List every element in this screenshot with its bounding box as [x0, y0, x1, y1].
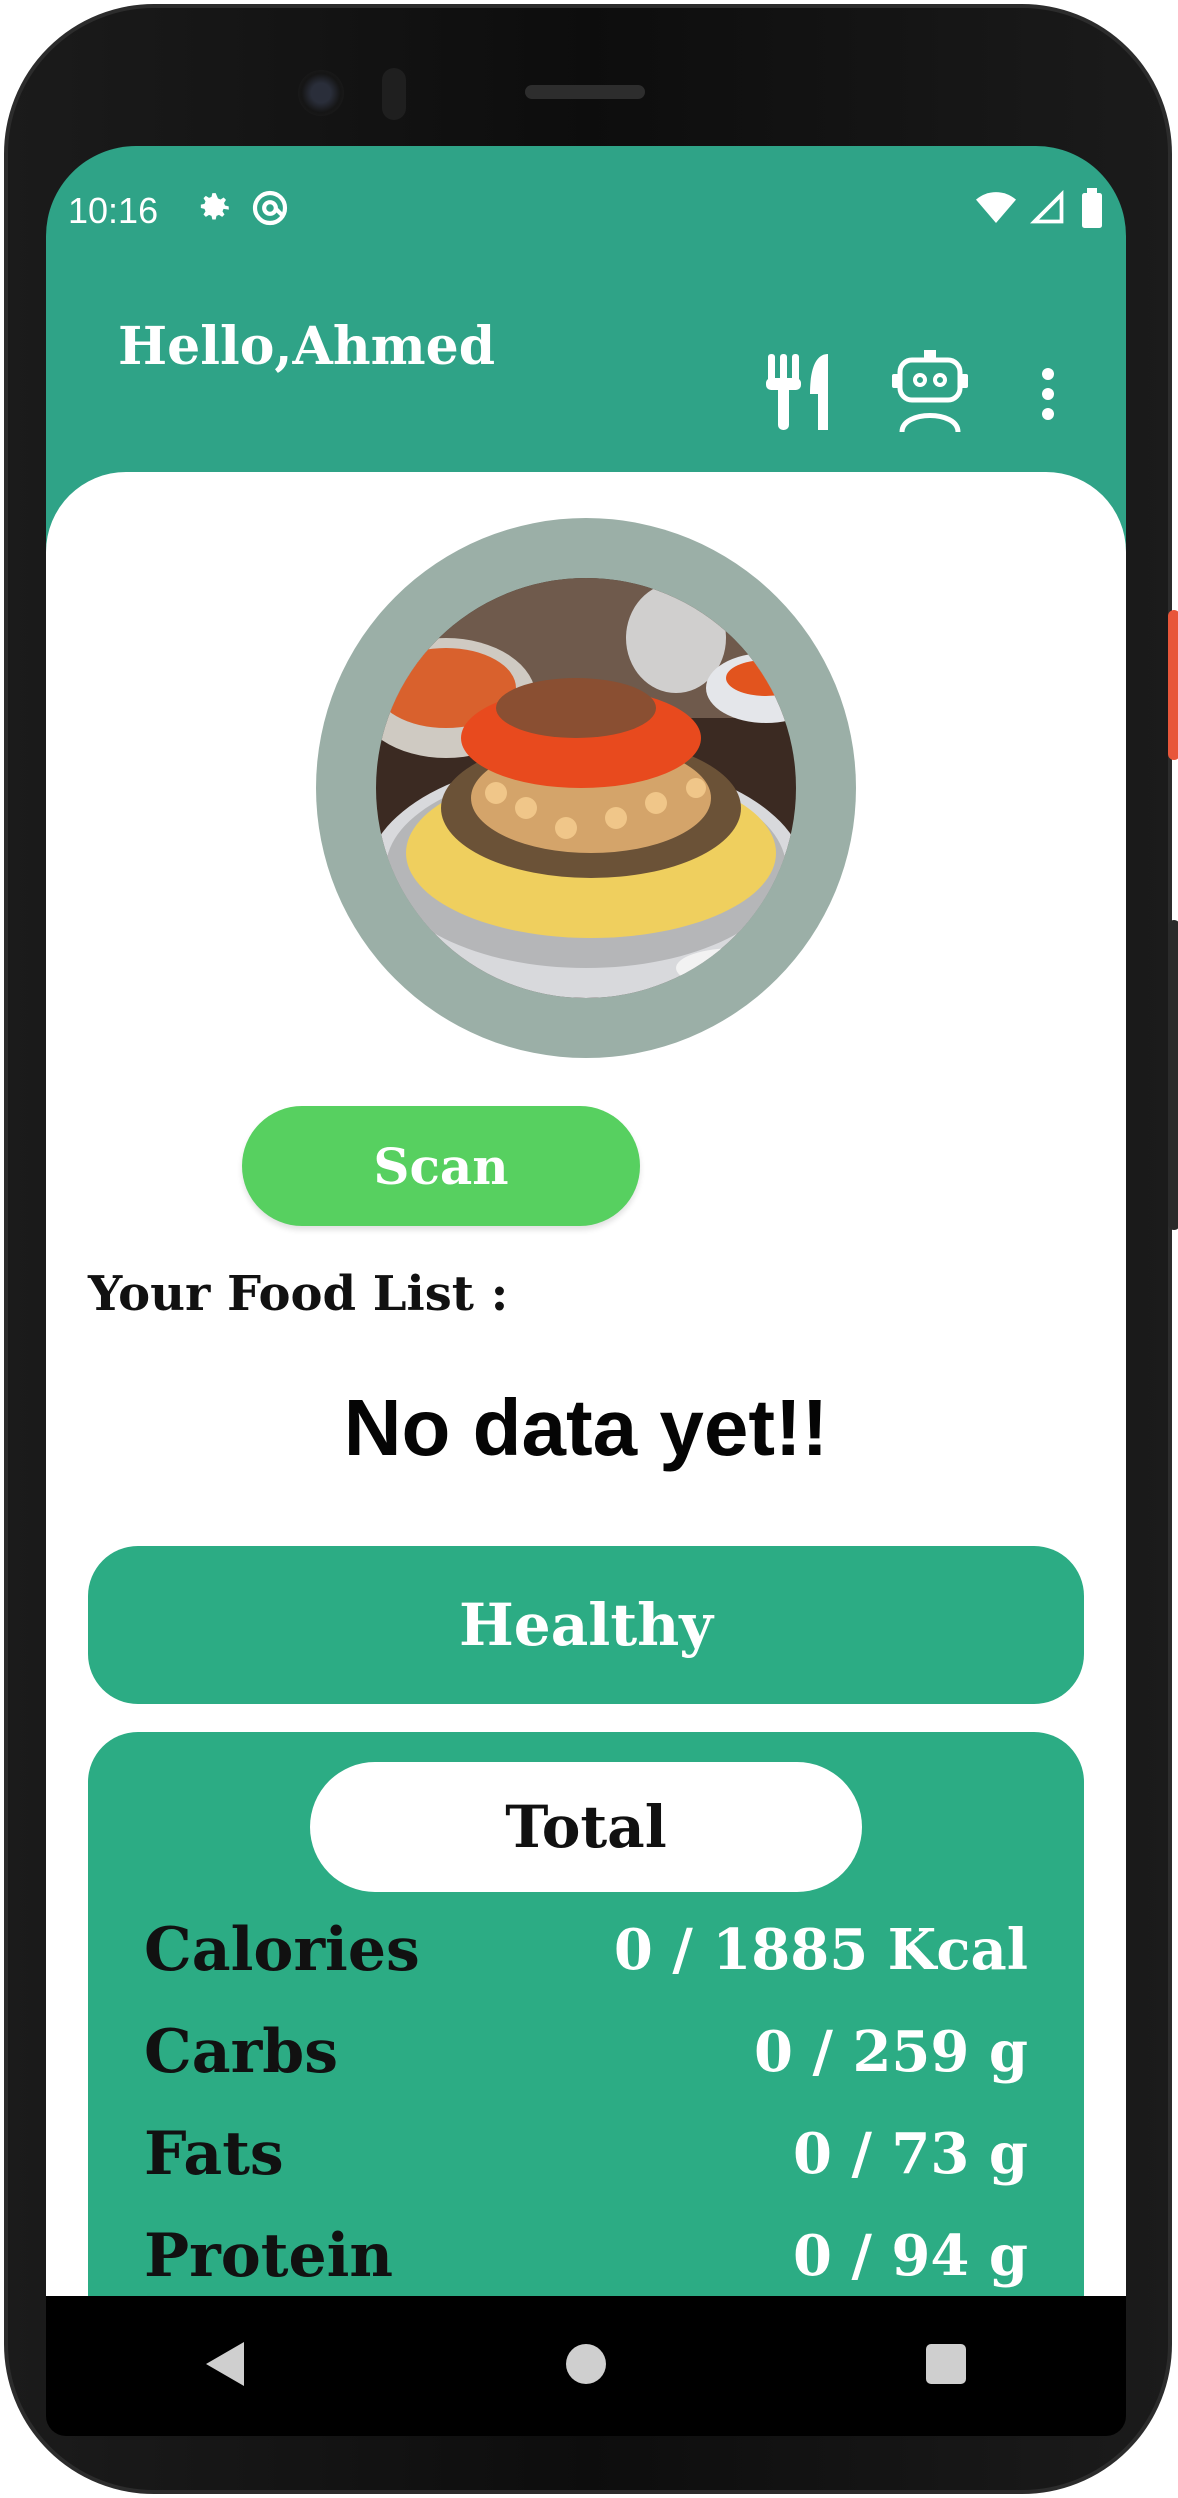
- cell-signal-icon: [1029, 189, 1066, 231]
- nutrient-name: Protein: [144, 2221, 394, 2291]
- nutrient-value: 0 / 1885 Kcal: [613, 1917, 1028, 1983]
- totals-panel: Total Calories 0 / 1885 Kcal Carbs 0 / 2…: [88, 1732, 1084, 2296]
- nutrient-name: Carbs: [144, 2017, 338, 2087]
- proximity-sensor: [382, 68, 406, 120]
- power-button: [1168, 610, 1178, 760]
- front-camera: [298, 70, 344, 116]
- nutrient-value: 0 / 94 g: [793, 2223, 1028, 2289]
- food-list-label: Your Food List :: [88, 1266, 509, 1322]
- gear-icon: [194, 188, 234, 228]
- more-vert-icon[interactable]: [1038, 364, 1058, 428]
- back-icon[interactable]: [204, 2340, 248, 2392]
- system-nav-bar: [46, 2296, 1126, 2436]
- at-sync-icon: [250, 188, 290, 228]
- food-photo: [376, 578, 796, 998]
- wifi-icon: [976, 188, 1016, 233]
- nutrient-value: 0 / 73 g: [793, 2121, 1028, 2187]
- battery-icon: [1080, 188, 1104, 233]
- nutrient-name: Fats: [144, 2119, 284, 2189]
- status-right: [976, 188, 1104, 233]
- status-bar: 10:16: [46, 146, 1126, 286]
- nutrient-row-fats: Fats 0 / 73 g: [144, 2114, 1028, 2194]
- earpiece: [525, 85, 645, 99]
- nutrient-value: 0 / 259 g: [754, 2019, 1028, 2085]
- recents-icon[interactable]: [924, 2342, 968, 2390]
- scan-button[interactable]: Scan: [242, 1106, 640, 1226]
- healthy-button[interactable]: Healthy: [88, 1546, 1084, 1704]
- status-time: 10:16: [68, 190, 159, 231]
- nutrient-row-calories: Calories 0 / 1885 Kcal: [144, 1910, 1028, 1990]
- home-icon[interactable]: [564, 2342, 608, 2390]
- volume-button: [1168, 920, 1178, 1230]
- nutrient-row-carbs: Carbs 0 / 259 g: [144, 2012, 1028, 2092]
- nutrient-name: Calories: [144, 1915, 420, 1985]
- total-title: Total: [310, 1762, 862, 1892]
- app-screen: 10:16 Hello,Ahmed Scan Your Food List: …: [46, 146, 1126, 2296]
- nutrient-row-protein: Protein 0 / 94 g: [144, 2216, 1028, 2296]
- greeting-title: Hello,Ahmed: [118, 316, 496, 377]
- fork-knife-icon[interactable]: [764, 354, 832, 434]
- robot-icon[interactable]: [892, 350, 968, 438]
- empty-message: No data yet!!: [343, 1383, 829, 1472]
